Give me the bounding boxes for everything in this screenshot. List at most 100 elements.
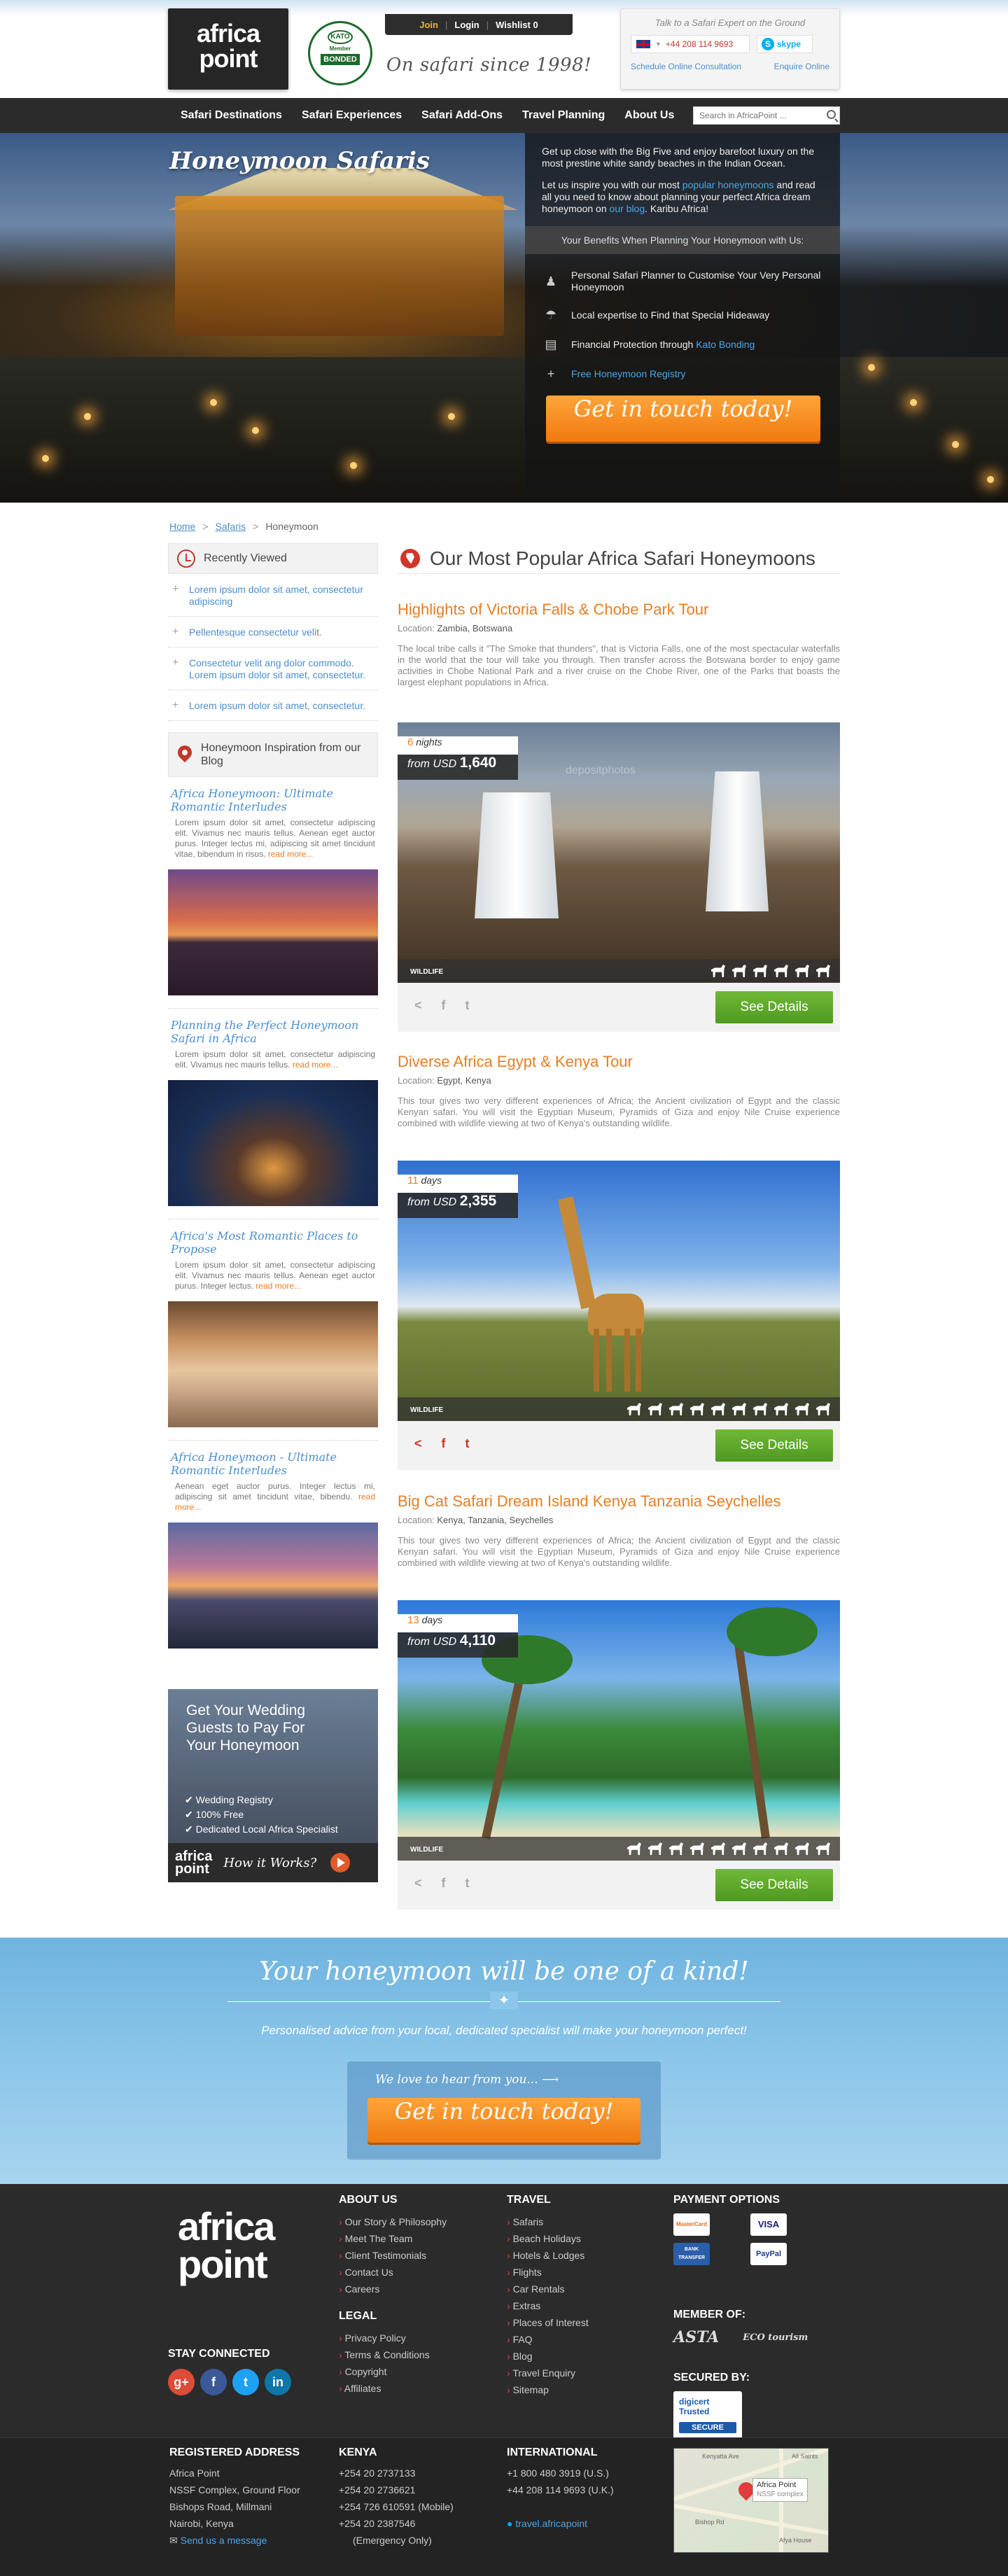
schedule-consultation-link[interactable]: Schedule Online Consultation	[631, 62, 741, 71]
digicert-trusted: Trusted	[679, 2407, 710, 2416]
blog-post-excerpt: Aenean eget auctor purus. Integer lectus…	[168, 1477, 378, 1513]
tour-photo-victoria-falls[interactable]: depositphotos 6 nights from USD 1,640 WI…	[398, 722, 840, 983]
footer-link[interactable]: Safaris	[507, 2213, 589, 2230]
popular-honeymoons-link[interactable]: popular honeymoons	[682, 179, 774, 190]
location-value: Kenya, Tanzania, Seychelles	[437, 1515, 554, 1525]
nav-safari-destinations[interactable]: Safari Destinations	[181, 109, 282, 122]
duration-unit: nights	[416, 736, 442, 748]
footer-link[interactable]: Extras	[507, 2297, 589, 2314]
lantern	[952, 441, 959, 448]
benefit-item: ♟ Personal Safari Planner to Customise Y…	[542, 270, 823, 293]
recently-viewed-item[interactable]: Lorem ipsum dolor sit amet, consectetur …	[168, 574, 378, 617]
facebook-icon[interactable]: f	[442, 998, 446, 1013]
recently-viewed-item[interactable]: Consectetur velit ang dolor commodo. Lor…	[168, 648, 378, 690]
read-more-link[interactable]: read more...	[293, 1060, 338, 1070]
footer-link[interactable]: Contact Us	[339, 2264, 447, 2281]
site-logo[interactable]: africa point	[168, 8, 288, 90]
dinner-by-pool-image[interactable]	[168, 1080, 378, 1206]
nav-travel-planning[interactable]: Travel Planning	[522, 109, 605, 122]
blog-post-title-link[interactable]: Africa's Most Romantic Places to Propose	[168, 1229, 378, 1256]
breadcrumb-home[interactable]: Home	[169, 521, 195, 532]
footer-link[interactable]: Blog	[507, 2348, 589, 2365]
linkedin-icon[interactable]: in	[265, 2369, 291, 2395]
chevron-right-icon: >	[253, 521, 259, 532]
twitter-icon[interactable]: t	[232, 2369, 259, 2395]
read-more-link[interactable]: read more...	[268, 849, 314, 859]
honeymoon-registry-link[interactable]: Free Honeymoon Registry	[571, 368, 685, 380]
wishlist-link[interactable]: Wishlist 0	[496, 20, 538, 30]
footer-link[interactable]: Flights	[507, 2264, 589, 2281]
twitter-icon[interactable]: t	[465, 1876, 470, 1891]
join-link[interactable]: Join	[419, 20, 438, 30]
tour-photo-island[interactable]: 13 days from USD 4,110 WILDLIFE	[398, 1600, 840, 1861]
login-link[interactable]: Login	[454, 20, 479, 30]
blog-post-title-link[interactable]: Africa Honeymoon: Ultimate Romantic Inte…	[168, 787, 378, 813]
footer-link[interactable]: Terms & Conditions	[339, 2346, 447, 2363]
office-map[interactable]: Kenyatta Ave Bishop Rd All Saints Afya H…	[673, 2448, 829, 2553]
footer-link[interactable]: Hotels & Lodges	[507, 2247, 589, 2264]
facebook-icon[interactable]: f	[442, 1876, 446, 1891]
search-icon[interactable]	[827, 110, 836, 119]
footer-link[interactable]: FAQ	[507, 2331, 589, 2348]
couple-on-beach-image[interactable]	[168, 1301, 378, 1427]
get-in-touch-button[interactable]: Get in touch today!	[368, 2098, 640, 2143]
footer-link[interactable]: Sitemap	[507, 2381, 589, 2398]
share-icon[interactable]: <	[414, 998, 422, 1013]
nav-safari-add-ons[interactable]: Safari Add-Ons	[421, 109, 503, 122]
see-details-button[interactable]: See Details	[715, 991, 833, 1023]
footer-link[interactable]: Beach Holidays	[507, 2230, 589, 2247]
wedding-registry-banner[interactable]: Get Your Wedding Guests to Pay For Your …	[168, 1689, 378, 1882]
sunset-palms-image[interactable]	[168, 1522, 378, 1648]
see-details-button[interactable]: See Details	[715, 1869, 833, 1901]
footer-link[interactable]: Places of Interest	[507, 2314, 589, 2331]
cheetah-icon	[669, 1842, 683, 1855]
footer-link[interactable]: Travel Enquiry	[507, 2365, 589, 2381]
nav-about-us[interactable]: About Us	[624, 109, 674, 122]
recently-viewed-item[interactable]: Pellentesque consectetur velit.	[168, 617, 378, 648]
footer-link[interactable]: Affiliates	[339, 2380, 447, 2397]
nav-safari-experiences[interactable]: Safari Experiences	[302, 109, 402, 122]
read-more-link[interactable]: read more...	[255, 1281, 301, 1291]
facebook-icon[interactable]: f	[200, 2369, 227, 2395]
footer-logo[interactable]: africa point	[178, 2207, 275, 2284]
twitter-icon[interactable]: t	[465, 998, 470, 1013]
share-icon[interactable]: <	[414, 1436, 422, 1451]
footer-link[interactable]: Meet The Team	[339, 2230, 447, 2247]
share-icon[interactable]: <	[414, 1876, 422, 1891]
kato-bonding-link[interactable]: Kato Bonding	[696, 339, 755, 350]
hippo-icon	[753, 1842, 767, 1855]
footer-link[interactable]: Our Story & Philosophy	[339, 2213, 447, 2230]
footer-link[interactable]: Copyright	[339, 2363, 447, 2380]
recently-viewed-item[interactable]: Lorem ipsum dolor sit amet, consectetur.	[168, 690, 378, 721]
search-input[interactable]	[694, 107, 820, 124]
footer-link[interactable]: Car Rentals	[507, 2281, 589, 2297]
tour-title-link[interactable]: Big Cat Safari Dream Island Kenya Tanzan…	[398, 1492, 840, 1511]
how-it-works-link[interactable]: How it Works?	[223, 1856, 316, 1870]
google-plus-icon[interactable]: g+	[168, 2369, 195, 2395]
footer-link[interactable]: Careers	[339, 2281, 447, 2297]
digicert-seal[interactable]: digicert Trusted SECURE	[673, 2391, 742, 2442]
blog-post-title-link[interactable]: Africa Honeymoon - Ultimate Romantic Int…	[168, 1450, 378, 1477]
skype-button[interactable]: S skype	[757, 35, 813, 53]
footer-link[interactable]: Client Testimonials	[339, 2247, 447, 2264]
send-message-link[interactable]: Send us a message	[181, 2535, 267, 2546]
skype-link[interactable]: travel.africapoint	[515, 2518, 587, 2529]
facebook-icon[interactable]: f	[442, 1436, 446, 1451]
sunset-lake-image[interactable]	[168, 869, 378, 995]
twitter-icon[interactable]: t	[465, 1436, 470, 1451]
breadcrumb-safaris[interactable]: Safaris	[216, 521, 246, 532]
enquire-online-link[interactable]: Enquire Online	[774, 62, 830, 71]
tour-photo-giraffe[interactable]: 11 days from USD 2,355 WILDLIFE	[398, 1161, 840, 1421]
tour-title: Highlights of Victoria Falls & Chobe Par…	[398, 601, 709, 618]
footer-link[interactable]: Privacy Policy	[339, 2330, 447, 2346]
play-icon[interactable]	[330, 1853, 351, 1872]
see-details-button[interactable]: See Details	[715, 1429, 833, 1462]
tour-title-link[interactable]: Diverse Africa Egypt & Kenya Tour	[398, 1053, 840, 1071]
location-label: Location:	[398, 1515, 435, 1525]
footer: africa point ABOUT US Our Story & Philos…	[0, 2184, 1008, 2442]
get-in-touch-button[interactable]: Get in touch today!	[546, 396, 820, 442]
phone-number[interactable]: ▼ +44 208 114 9693	[631, 35, 750, 53]
blog-post-title-link[interactable]: Planning the Perfect Honeymoon Safari in…	[168, 1018, 378, 1045]
our-blog-link[interactable]: our blog	[610, 203, 645, 214]
tour-title-link[interactable]: Highlights of Victoria Falls & Chobe Par…	[398, 601, 840, 619]
